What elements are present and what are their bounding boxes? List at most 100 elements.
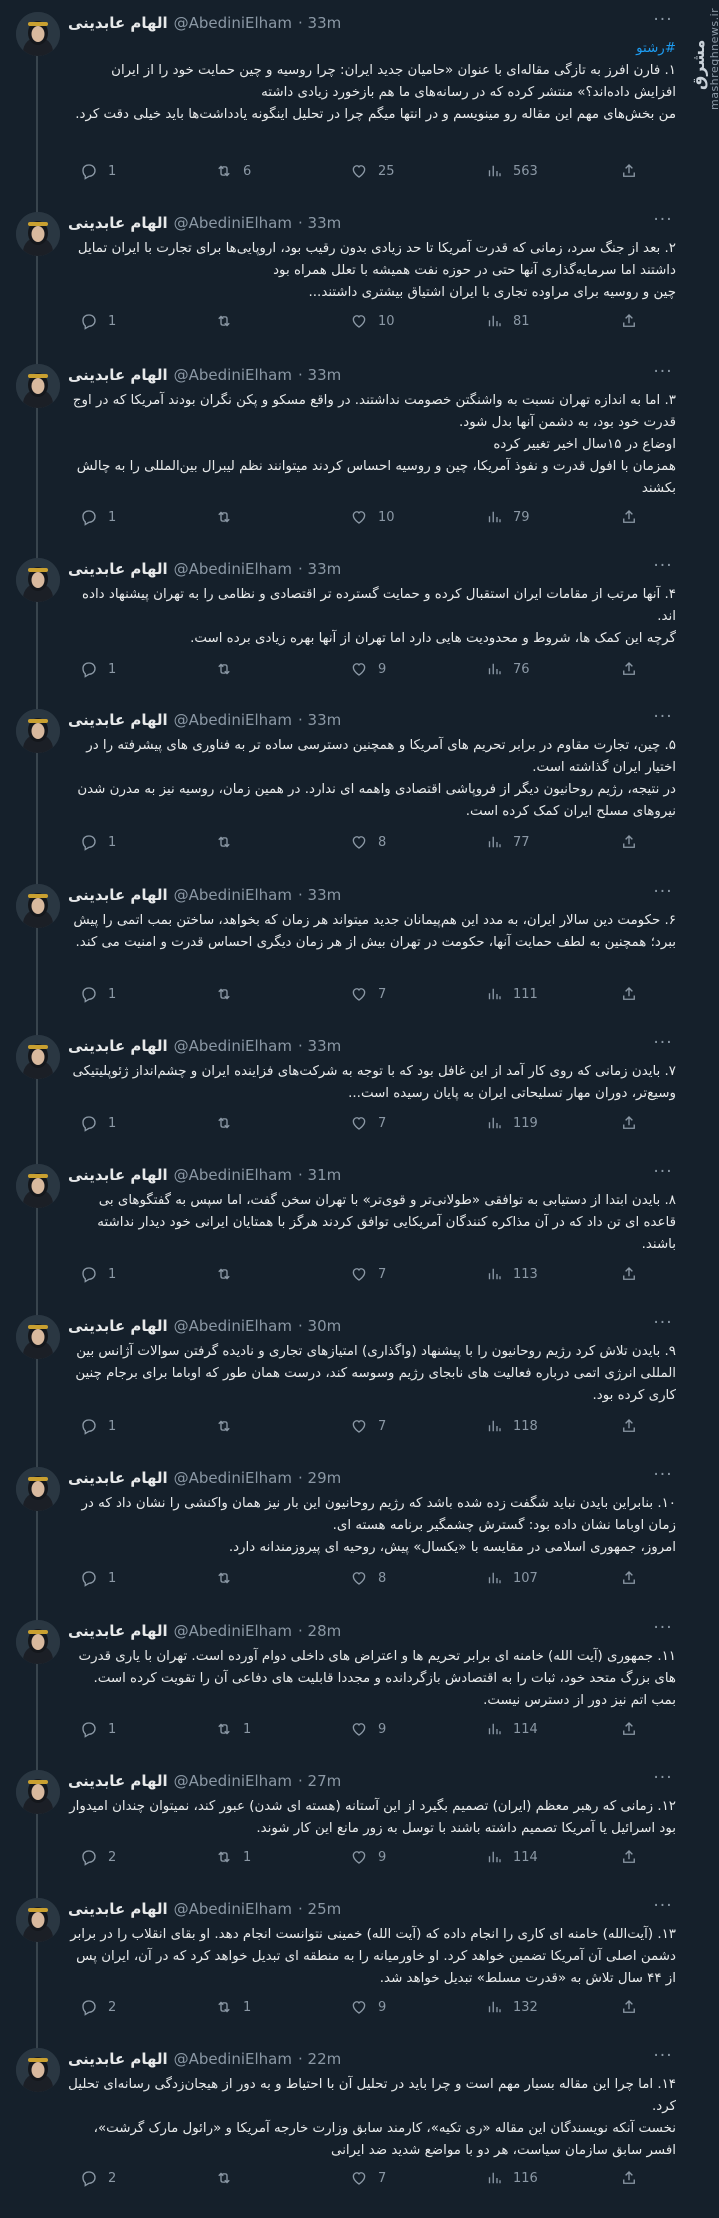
author-handle[interactable]: @AbediniElham bbox=[174, 2050, 292, 2068]
avatar[interactable] bbox=[16, 558, 60, 602]
like-button[interactable]: 9 bbox=[350, 660, 410, 678]
avatar[interactable] bbox=[16, 212, 60, 256]
share-button[interactable] bbox=[620, 1265, 680, 1283]
tweet-item[interactable]: الهام عابدینی @AbediniElham · 28m ··· ۱۱. جم… bbox=[0, 1608, 690, 1758]
avatar[interactable] bbox=[16, 12, 60, 56]
author-name[interactable]: الهام عابدینی bbox=[68, 711, 168, 729]
author-name[interactable]: الهام عابدینی bbox=[68, 560, 168, 578]
views-button[interactable]: 132 bbox=[485, 1998, 545, 2016]
author-handle[interactable]: @AbediniElham bbox=[174, 1166, 292, 1184]
avatar[interactable] bbox=[16, 2048, 60, 2092]
tweet-item[interactable]: الهام عابدینی @AbediniElham · 33m ··· ۲. بعد… bbox=[0, 200, 690, 352]
views-button[interactable]: 111 bbox=[485, 985, 545, 1003]
reply-button[interactable]: 1 bbox=[80, 1417, 140, 1435]
avatar[interactable] bbox=[16, 364, 60, 408]
more-icon[interactable]: ··· bbox=[650, 1465, 676, 1487]
tweet-time[interactable]: · 33m bbox=[298, 1037, 341, 1055]
tweet-item[interactable]: الهام عابدینی @AbediniElham · 25m ··· ۱۳. (آ… bbox=[0, 1886, 690, 2036]
avatar[interactable] bbox=[16, 1898, 60, 1942]
retweet-button[interactable] bbox=[215, 1569, 275, 1587]
retweet-button[interactable] bbox=[215, 2169, 275, 2187]
author-handle[interactable]: @AbediniElham bbox=[174, 1317, 292, 1335]
author-name[interactable]: الهام عابدینی bbox=[68, 214, 168, 232]
like-button[interactable]: 9 bbox=[350, 1720, 410, 1738]
avatar[interactable] bbox=[16, 1164, 60, 1208]
avatar[interactable] bbox=[16, 1467, 60, 1511]
reply-button[interactable]: 1 bbox=[80, 660, 140, 678]
retweet-button[interactable] bbox=[215, 833, 275, 851]
retweet-button[interactable] bbox=[215, 1265, 275, 1283]
share-button[interactable] bbox=[620, 985, 680, 1003]
like-button[interactable]: 7 bbox=[350, 1265, 410, 1283]
like-button[interactable]: 7 bbox=[350, 985, 410, 1003]
author-name[interactable]: الهام عابدینی bbox=[68, 366, 168, 384]
tweet-time[interactable]: · 33m bbox=[298, 886, 341, 904]
tweet-item[interactable]: الهام عابدینی @AbediniElham · 31m ··· ۸. بای… bbox=[0, 1152, 690, 1303]
like-button[interactable]: 8 bbox=[350, 1569, 410, 1587]
avatar[interactable] bbox=[16, 1620, 60, 1664]
like-button[interactable]: 9 bbox=[350, 1848, 410, 1866]
tweet-item[interactable]: الهام عابدینی @AbediniElham · 33m ··· ۷. بای… bbox=[0, 1023, 690, 1152]
reply-button[interactable]: 1 bbox=[80, 1720, 140, 1738]
hashtag-link[interactable]: #رشتو bbox=[68, 38, 676, 60]
views-button[interactable]: 563 bbox=[485, 162, 545, 180]
retweet-button[interactable]: 1 bbox=[215, 1848, 275, 1866]
retweet-button[interactable] bbox=[215, 660, 275, 678]
views-button[interactable]: 118 bbox=[485, 1417, 545, 1435]
author-name[interactable]: الهام عابدینی bbox=[68, 2050, 168, 2068]
retweet-button[interactable] bbox=[215, 1417, 275, 1435]
more-icon[interactable]: ··· bbox=[650, 1896, 676, 1918]
retweet-button[interactable]: 6 bbox=[215, 162, 275, 180]
author-handle[interactable]: @AbediniElham bbox=[174, 1772, 292, 1790]
author-handle[interactable]: @AbediniElham bbox=[174, 366, 292, 384]
author-name[interactable]: الهام عابدینی bbox=[68, 1900, 168, 1918]
views-button[interactable]: 76 bbox=[485, 660, 545, 678]
retweet-button[interactable] bbox=[215, 312, 275, 330]
author-handle[interactable]: @AbediniElham bbox=[174, 560, 292, 578]
like-button[interactable]: 7 bbox=[350, 2169, 410, 2187]
tweet-time[interactable]: · 30m bbox=[298, 1317, 341, 1335]
tweet-time[interactable]: · 29m bbox=[298, 1469, 341, 1487]
tweet-time[interactable]: · 27m bbox=[298, 1772, 341, 1790]
share-button[interactable] bbox=[620, 1114, 680, 1132]
like-button[interactable]: 10 bbox=[350, 508, 410, 526]
reply-button[interactable]: 1 bbox=[80, 162, 140, 180]
like-button[interactable]: 25 bbox=[350, 162, 410, 180]
views-button[interactable]: 81 bbox=[485, 312, 545, 330]
views-button[interactable]: 116 bbox=[485, 2169, 545, 2187]
more-icon[interactable]: ··· bbox=[650, 1618, 676, 1640]
views-button[interactable]: 107 bbox=[485, 1569, 545, 1587]
more-icon[interactable]: ··· bbox=[650, 707, 676, 729]
tweet-item[interactable]: الهام عابدینی @AbediniElham · 33m ··· ۵. چین… bbox=[0, 697, 690, 872]
views-button[interactable]: 114 bbox=[485, 1848, 545, 1866]
more-icon[interactable]: ··· bbox=[650, 2046, 676, 2068]
author-name[interactable]: الهام عابدینی bbox=[68, 1622, 168, 1640]
reply-button[interactable]: 1 bbox=[80, 1265, 140, 1283]
more-icon[interactable]: ··· bbox=[650, 1162, 676, 1184]
tweet-item[interactable]: الهام عابدینی @AbediniElham · 27m ··· ۱۲. زم… bbox=[0, 1758, 690, 1886]
share-button[interactable] bbox=[620, 1417, 680, 1435]
tweet-time[interactable]: · 22m bbox=[298, 2050, 341, 2068]
share-button[interactable] bbox=[620, 1569, 680, 1587]
share-button[interactable] bbox=[620, 2169, 680, 2187]
more-icon[interactable]: ··· bbox=[650, 10, 676, 32]
views-button[interactable]: 77 bbox=[485, 833, 545, 851]
share-button[interactable] bbox=[620, 1998, 680, 2016]
author-name[interactable]: الهام عابدینی bbox=[68, 1166, 168, 1184]
avatar[interactable] bbox=[16, 1770, 60, 1814]
share-button[interactable] bbox=[620, 1720, 680, 1738]
reply-button[interactable]: 2 bbox=[80, 2169, 140, 2187]
more-icon[interactable]: ··· bbox=[650, 1033, 676, 1055]
retweet-button[interactable] bbox=[215, 1114, 275, 1132]
tweet-time[interactable]: · 33m bbox=[298, 711, 341, 729]
tweet-time[interactable]: · 31m bbox=[298, 1166, 341, 1184]
reply-button[interactable]: 1 bbox=[80, 508, 140, 526]
like-button[interactable]: 7 bbox=[350, 1114, 410, 1132]
more-icon[interactable]: ··· bbox=[650, 1313, 676, 1335]
author-handle[interactable]: @AbediniElham bbox=[174, 886, 292, 904]
tweet-item[interactable]: الهام عابدینی @AbediniElham · 33m ··· ۳. اما… bbox=[0, 352, 690, 546]
avatar[interactable] bbox=[16, 1315, 60, 1359]
more-icon[interactable]: ··· bbox=[650, 1768, 676, 1790]
author-name[interactable]: الهام عابدینی bbox=[68, 886, 168, 904]
like-button[interactable]: 10 bbox=[350, 312, 410, 330]
